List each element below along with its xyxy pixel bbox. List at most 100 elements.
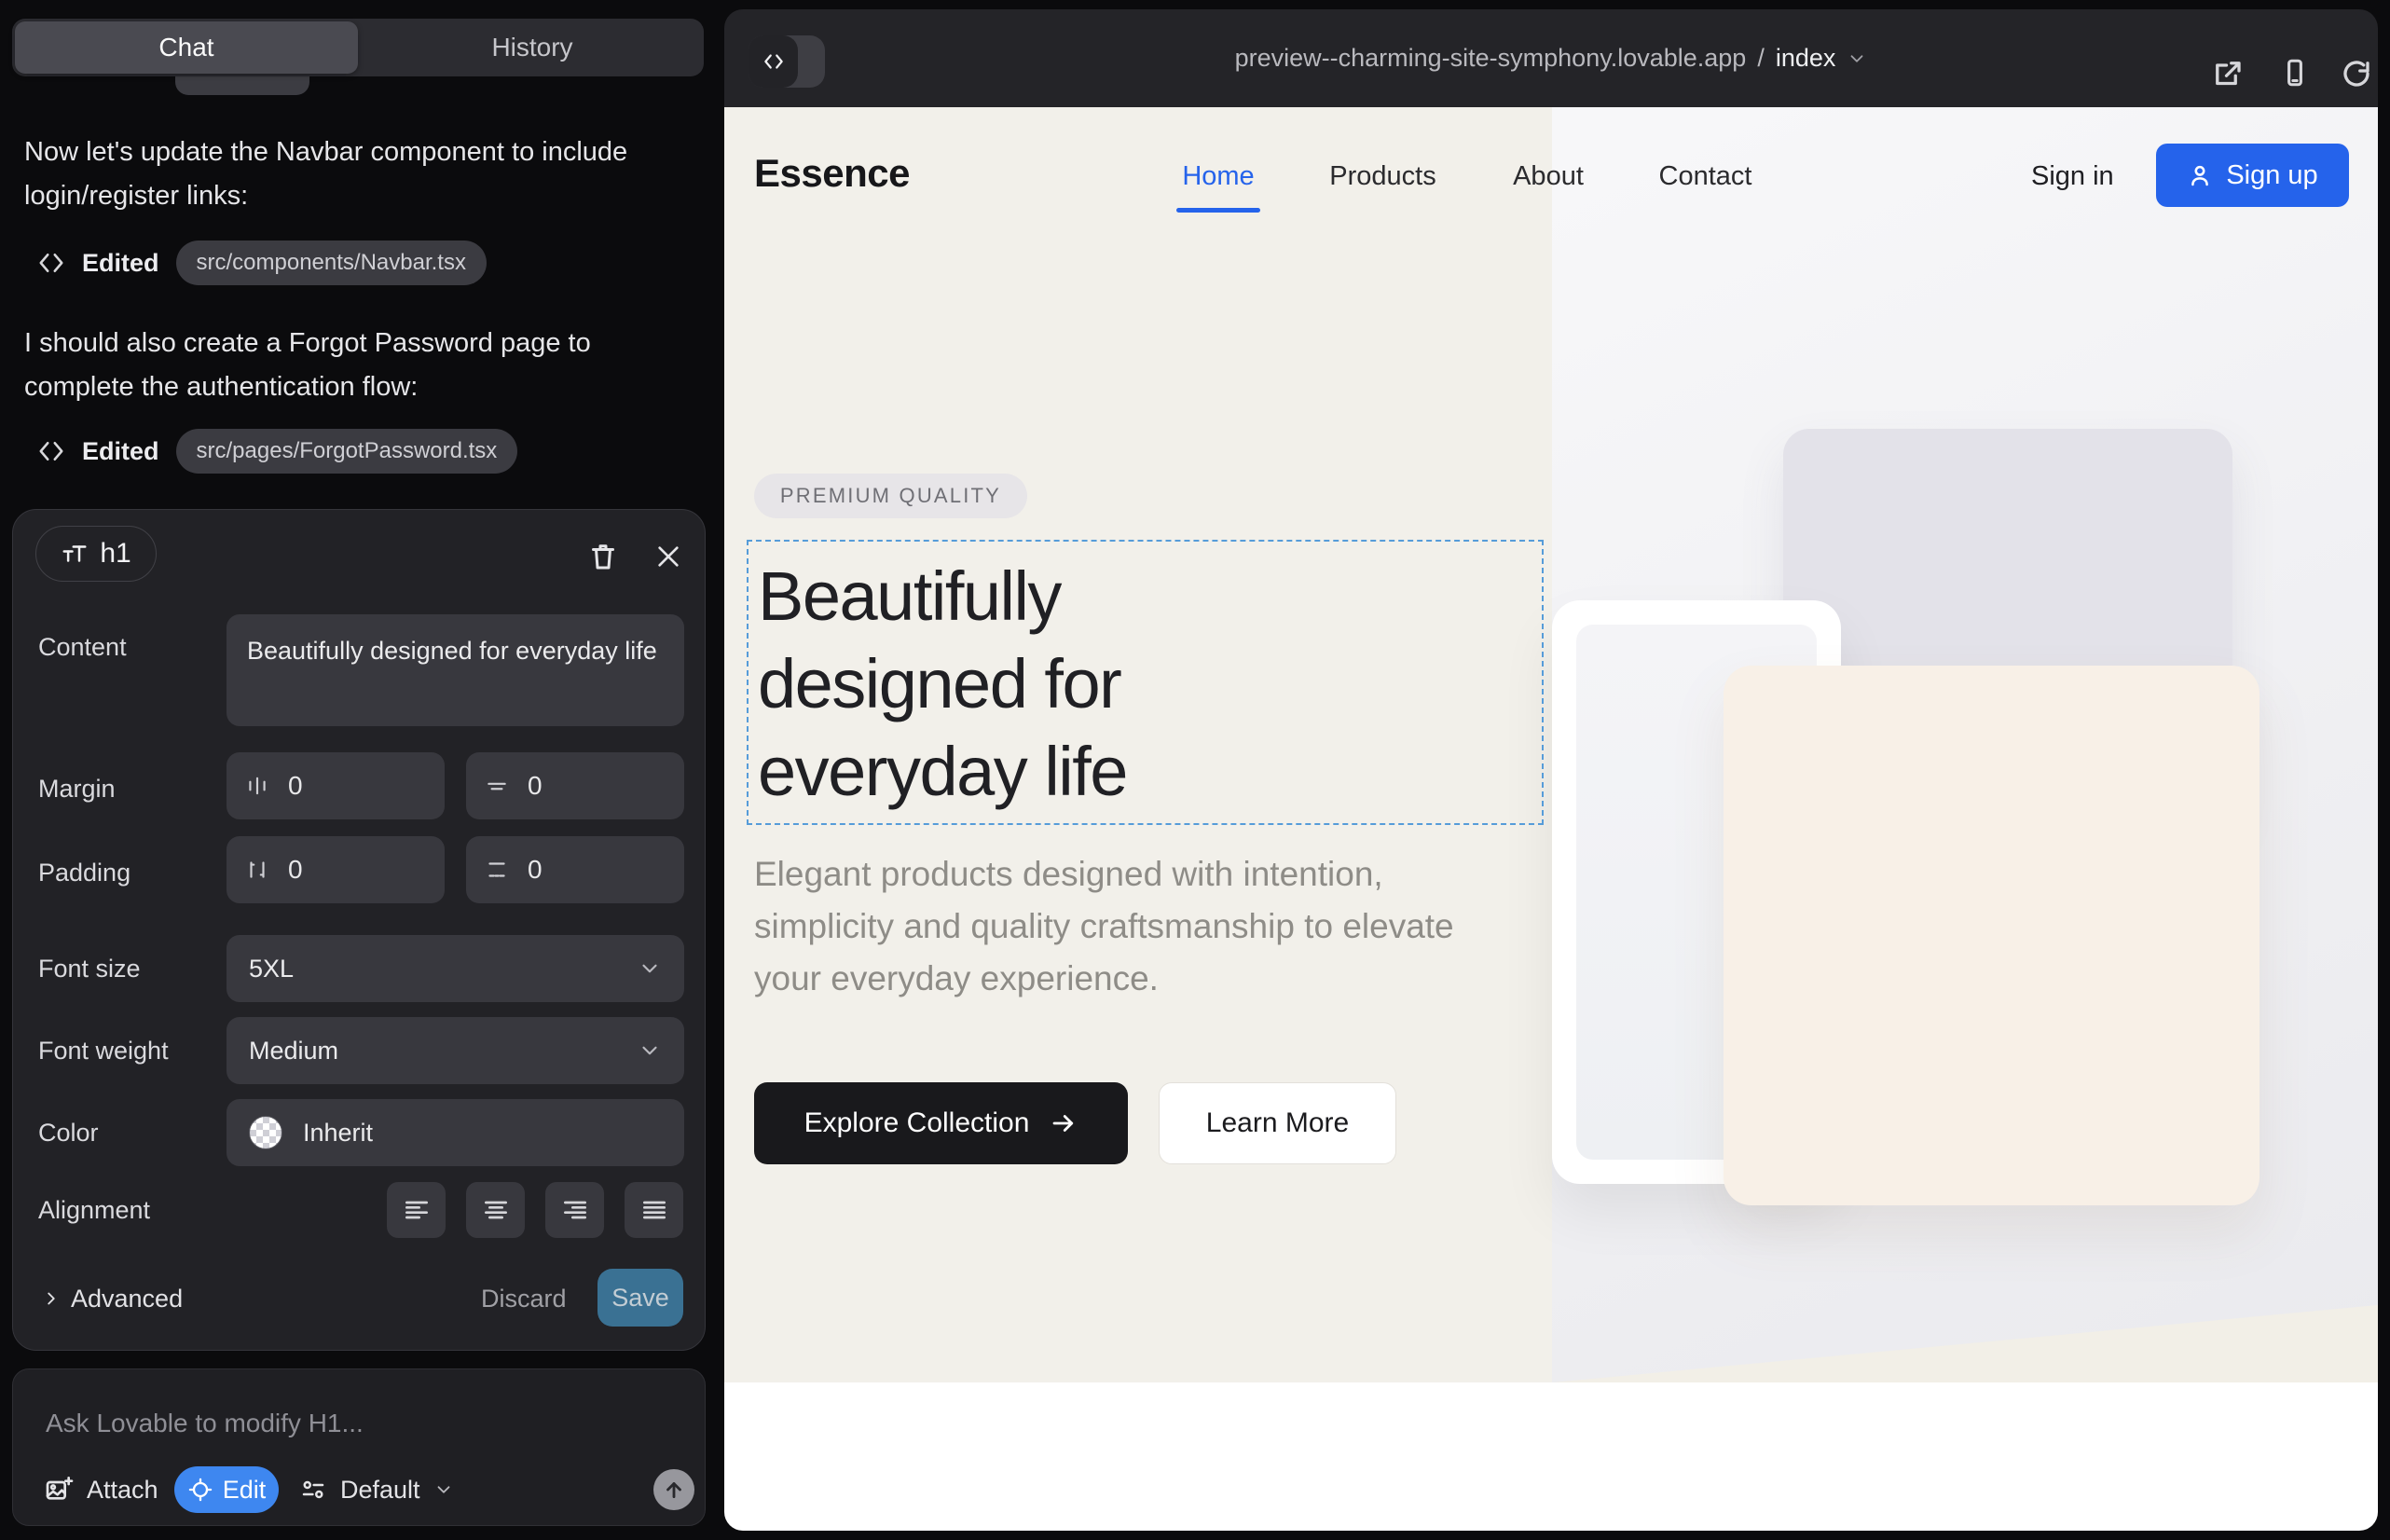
color-swatch-transparent bbox=[249, 1116, 282, 1149]
composer-input[interactable] bbox=[44, 1403, 640, 1444]
sliders-icon bbox=[299, 1476, 327, 1504]
font-size-label: Font size bbox=[38, 950, 141, 987]
chevron-down-icon bbox=[433, 1479, 454, 1500]
nav-link-home[interactable]: Home bbox=[1176, 158, 1260, 194]
sign-up-label: Sign up bbox=[2226, 160, 2317, 191]
attach-label: Attach bbox=[87, 1476, 158, 1505]
padding-x-value: 0 bbox=[288, 855, 303, 885]
hero-description[interactable]: Elegant products designed with intention… bbox=[754, 848, 1509, 1005]
chevron-down-icon bbox=[638, 956, 662, 981]
font-weight-value: Medium bbox=[249, 1037, 338, 1066]
file-chip[interactable]: src/pages/ForgotPassword.tsx bbox=[176, 429, 518, 474]
save-button[interactable]: Save bbox=[598, 1269, 683, 1327]
align-right-button[interactable] bbox=[545, 1182, 604, 1238]
nav-link-about[interactable]: About bbox=[1505, 158, 1591, 194]
align-center-button[interactable] bbox=[466, 1182, 525, 1238]
chat-composer: Attach Edit Default bbox=[12, 1368, 706, 1526]
mode-selector[interactable]: Default bbox=[299, 1466, 454, 1513]
sign-up-button[interactable]: Sign up bbox=[2156, 144, 2349, 207]
url-page[interactable]: index bbox=[1776, 44, 1836, 73]
margin-y-value: 0 bbox=[528, 771, 543, 801]
discard-button[interactable]: Discard bbox=[481, 1280, 567, 1317]
file-chip[interactable]: src/components/Navbar.tsx bbox=[176, 241, 487, 285]
explore-collection-button[interactable]: Explore Collection bbox=[754, 1082, 1128, 1164]
mobile-view-icon[interactable] bbox=[2279, 56, 2311, 89]
content-label: Content bbox=[38, 628, 127, 666]
refresh-icon[interactable] bbox=[2340, 57, 2373, 90]
preview-window: preview--charming-site-symphony.lovable.… bbox=[724, 9, 2378, 1531]
chat-history-tabbar: Chat History bbox=[12, 19, 704, 76]
code-icon bbox=[749, 35, 798, 88]
font-weight-select[interactable]: Medium bbox=[227, 1017, 684, 1084]
tab-history[interactable]: History bbox=[361, 19, 704, 76]
margin-x-value: 0 bbox=[288, 771, 303, 801]
code-icon bbox=[37, 437, 65, 465]
color-select[interactable]: Inherit bbox=[227, 1099, 684, 1166]
font-weight-label: Font weight bbox=[38, 1032, 169, 1069]
code-icon bbox=[37, 249, 65, 277]
delete-element-button[interactable] bbox=[586, 540, 620, 573]
app: ·· Chat History Now let's update the Nav… bbox=[0, 0, 2390, 1540]
explore-collection-label: Explore Collection bbox=[804, 1107, 1030, 1139]
selection-outline: Beautifully designed for everyday life bbox=[747, 540, 1544, 825]
chevron-right-icon bbox=[41, 1288, 62, 1309]
advanced-toggle[interactable]: Advanced bbox=[41, 1280, 183, 1317]
chat-message: Now let's update the Navbar component to… bbox=[24, 131, 677, 218]
padding-label: Padding bbox=[38, 854, 130, 891]
margin-x-input[interactable]: 0 bbox=[227, 752, 445, 819]
mode-label: Default bbox=[340, 1476, 420, 1505]
chevron-down-icon[interactable] bbox=[1847, 48, 1867, 69]
url-domain[interactable]: preview--charming-site-symphony.lovable.… bbox=[1235, 44, 1747, 73]
premium-quality-badge: PREMIUM QUALITY bbox=[754, 474, 1027, 518]
edited-file-row: Edited src/pages/ForgotPassword.tsx bbox=[37, 429, 517, 474]
type-icon bbox=[61, 540, 89, 568]
send-button[interactable] bbox=[653, 1469, 694, 1510]
element-editor-panel: h1 Content Beautifully designed for ever… bbox=[12, 509, 706, 1351]
sign-in-link[interactable]: Sign in bbox=[2031, 158, 2114, 194]
font-size-value: 5XL bbox=[249, 955, 294, 983]
edited-label: Edited bbox=[82, 437, 159, 466]
align-justify-button[interactable] bbox=[625, 1182, 683, 1238]
margin-x-icon bbox=[245, 774, 269, 798]
advanced-label: Advanced bbox=[71, 1285, 183, 1313]
selected-element-tag: h1 bbox=[35, 526, 157, 582]
preview-toolbar: preview--charming-site-symphony.lovable.… bbox=[724, 9, 2378, 107]
edit-mode-button[interactable]: Edit bbox=[174, 1466, 279, 1513]
user-icon bbox=[2187, 162, 2213, 188]
padding-y-icon bbox=[485, 858, 509, 882]
padding-y-input[interactable]: 0 bbox=[466, 836, 684, 903]
tag-label: h1 bbox=[100, 538, 130, 570]
align-left-button[interactable] bbox=[387, 1182, 446, 1238]
margin-label: Margin bbox=[38, 770, 116, 807]
hero-shape-cream bbox=[1724, 666, 2260, 1205]
chevron-down-icon bbox=[638, 1038, 662, 1063]
crosshair-icon bbox=[187, 1477, 213, 1503]
site-canvas: Essence Home Products About Contact Sign… bbox=[724, 107, 2378, 1531]
hero-heading[interactable]: Beautifully designed for everyday life bbox=[749, 542, 1345, 816]
margin-y-input[interactable]: 0 bbox=[466, 752, 684, 819]
padding-x-input[interactable]: 0 bbox=[227, 836, 445, 903]
site-logo[interactable]: Essence bbox=[754, 151, 910, 196]
alignment-label: Alignment bbox=[38, 1191, 150, 1229]
edited-label: Edited bbox=[82, 249, 159, 278]
font-size-select[interactable]: 5XL bbox=[227, 935, 684, 1002]
arrow-right-icon bbox=[1050, 1109, 1078, 1137]
margin-y-icon bbox=[485, 774, 509, 798]
edit-label: Edit bbox=[223, 1476, 267, 1505]
padding-x-icon bbox=[245, 858, 269, 882]
code-preview-toggle[interactable] bbox=[749, 35, 825, 88]
attach-button[interactable]: Attach bbox=[44, 1466, 158, 1513]
close-panel-button[interactable] bbox=[653, 542, 683, 571]
nav-link-contact[interactable]: Contact bbox=[1649, 158, 1762, 194]
chat-message: I should also create a Forgot Password p… bbox=[24, 322, 677, 409]
open-in-new-tab-icon[interactable] bbox=[2211, 57, 2245, 90]
padding-y-value: 0 bbox=[528, 855, 543, 885]
nav-active-underline bbox=[1176, 208, 1260, 213]
url-separator: / bbox=[1757, 44, 1765, 73]
tab-chat[interactable]: Chat bbox=[15, 21, 358, 74]
nav-link-products[interactable]: Products bbox=[1320, 158, 1446, 194]
content-input[interactable]: Beautifully designed for everyday life bbox=[227, 614, 684, 726]
preview-url: preview--charming-site-symphony.lovable.… bbox=[724, 9, 2378, 107]
learn-more-button[interactable]: Learn More bbox=[1159, 1082, 1396, 1164]
image-plus-icon bbox=[44, 1475, 74, 1505]
